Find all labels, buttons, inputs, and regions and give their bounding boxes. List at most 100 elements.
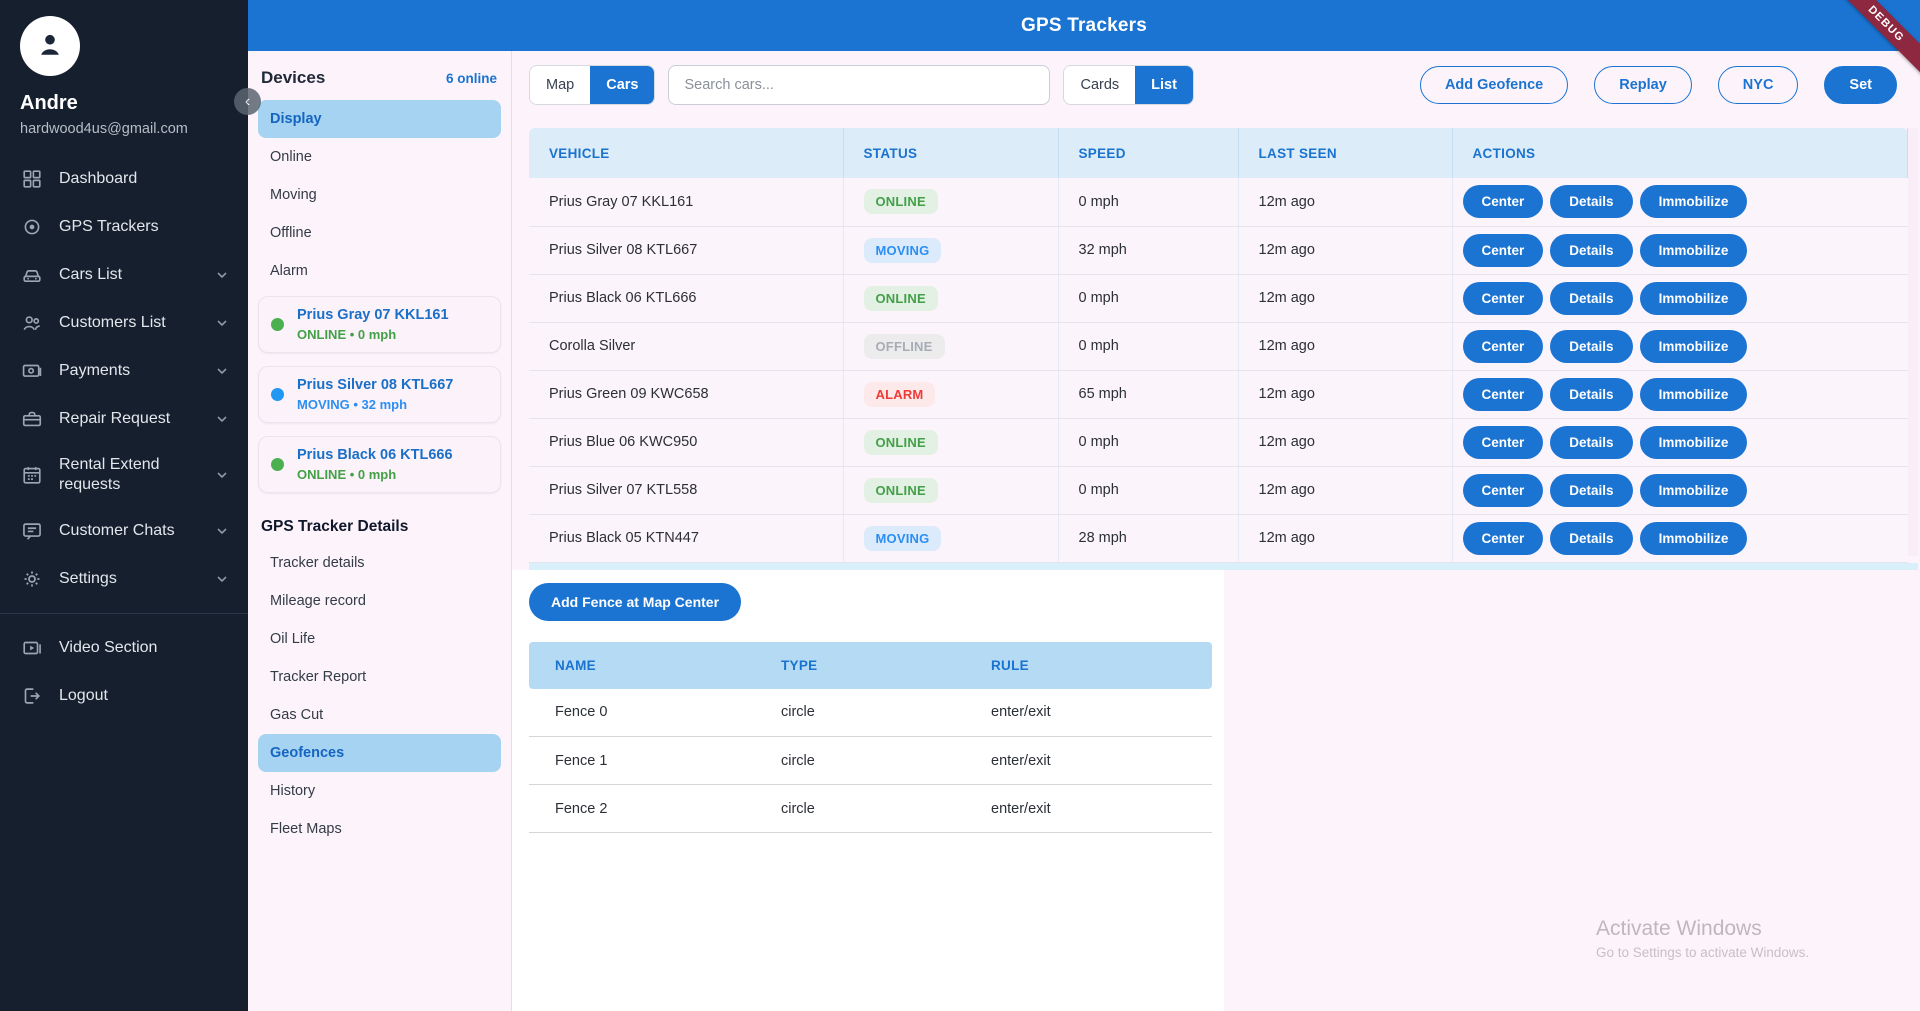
vehicles-column-header: SPEED (1058, 128, 1238, 178)
vehicle-row: Prius Green 09 KWC658 ALARM 65 mph 12m a… (529, 370, 1908, 418)
toolbar-action-button[interactable]: NYC (1718, 66, 1799, 104)
add-fence-button[interactable]: Add Fence at Map Center (529, 583, 741, 621)
sidebar-item-rental-extend-requests[interactable]: Rental Extend requests (0, 443, 248, 507)
status-dot-icon (271, 458, 284, 471)
layout-segment-button[interactable]: List (1135, 66, 1193, 104)
center-button[interactable]: Center (1463, 185, 1544, 218)
details-button[interactable]: Details (1550, 234, 1632, 267)
vehicle-name-cell: Prius Silver 08 KTL667 (529, 226, 843, 274)
immobilize-button[interactable]: Immobilize (1640, 426, 1748, 459)
device-card[interactable]: Prius Black 06 KTL666 ONLINE • 0 mph (258, 436, 501, 493)
details-button[interactable]: Details (1550, 330, 1632, 363)
tracker-detail-item[interactable]: Fleet Maps (258, 810, 501, 848)
chevron-down-icon (214, 267, 230, 283)
tracker-detail-item[interactable]: History (258, 772, 501, 810)
view-segment-button[interactable]: Map (530, 66, 590, 104)
chevron-down-icon (214, 467, 230, 483)
tracker-detail-item[interactable]: Oil Life (258, 620, 501, 658)
device-filter-item[interactable]: Display (258, 100, 501, 138)
avatar[interactable] (20, 16, 80, 76)
vehicle-row: Prius Black 06 KTL666 ONLINE 0 mph 12m a… (529, 274, 1908, 322)
device-card[interactable]: Prius Silver 08 KTL667 MOVING • 32 mph (258, 366, 501, 423)
device-card-name: Prius Gray 07 KKL161 (297, 307, 449, 323)
details-button[interactable]: Details (1550, 282, 1632, 315)
speed-cell: 0 mph (1058, 466, 1238, 514)
vehicle-name-cell: Prius Green 09 KWC658 (529, 370, 843, 418)
last-seen-cell: 12m ago (1238, 178, 1452, 226)
center-button[interactable]: Center (1463, 282, 1544, 315)
vehicle-row: Prius Silver 08 KTL667 MOVING 32 mph 12m… (529, 226, 1908, 274)
immobilize-button[interactable]: Immobilize (1640, 474, 1748, 507)
immobilize-button[interactable]: Immobilize (1640, 282, 1748, 315)
vehicles-column-header: LAST SEEN (1238, 128, 1452, 178)
tracker-detail-item[interactable]: Tracker details (258, 544, 501, 582)
tracker-detail-item[interactable]: Mileage record (258, 582, 501, 620)
sidebar-item-payments[interactable]: Payments (0, 347, 248, 395)
collapse-chevron-icon: ‹ (245, 93, 250, 110)
layout-segment-button[interactable]: Cards (1064, 66, 1135, 104)
immobilize-button[interactable]: Immobilize (1640, 234, 1748, 267)
sidebar-item-settings[interactable]: Settings (0, 555, 248, 603)
sidebar-item-label: Logout (59, 686, 230, 706)
immobilize-button[interactable]: Immobilize (1640, 522, 1748, 555)
tracker-detail-item[interactable]: Geofences (258, 734, 501, 772)
status-cell: ALARM (843, 370, 1058, 418)
immobilize-button[interactable]: Immobilize (1640, 185, 1748, 218)
devices-panel: Devices 6 online Display Online Moving O… (248, 51, 512, 1011)
actions-cell: Center Details Immobilize (1452, 274, 1908, 322)
center-button[interactable]: Center (1463, 426, 1544, 459)
details-button[interactable]: Details (1550, 185, 1632, 218)
details-button[interactable]: Details (1550, 426, 1632, 459)
chevron-down-icon (214, 315, 230, 331)
sidebar-item-customer-chats[interactable]: Customer Chats (0, 507, 248, 555)
status-dot-icon (271, 388, 284, 401)
immobilize-button[interactable]: Immobilize (1640, 330, 1748, 363)
sidebar-item-logout[interactable]: Logout (0, 672, 248, 720)
car-icon (20, 263, 44, 287)
fence-rule-cell: enter/exit (965, 689, 1212, 737)
device-filter-item[interactable]: Online (258, 138, 501, 176)
details-button[interactable]: Details (1550, 378, 1632, 411)
cards-list-toggle: Cards List (1063, 65, 1193, 105)
sidebar-item-customers-list[interactable]: Customers List (0, 299, 248, 347)
vertical-scrollbar[interactable] (1908, 128, 1918, 556)
sidebar-item-dashboard[interactable]: Dashboard (0, 155, 248, 203)
sidebar-item-repair-request[interactable]: Repair Request (0, 395, 248, 443)
center-button[interactable]: Center (1463, 330, 1544, 363)
vehicles-table-header-row: VEHICLESTATUSSPEEDLAST SEENACTIONS (529, 128, 1908, 178)
device-filter-item[interactable]: Moving (258, 176, 501, 214)
immobilize-button[interactable]: Immobilize (1640, 378, 1748, 411)
sidebar-item-gps-trackers[interactable]: GPS Trackers (0, 203, 248, 251)
tracker-detail-item[interactable]: Gas Cut (258, 696, 501, 734)
center-button[interactable]: Center (1463, 474, 1544, 507)
center-button[interactable]: Center (1463, 522, 1544, 555)
view-segment-button[interactable]: Cars (590, 66, 654, 104)
sidebar-item-cars-list[interactable]: Cars List (0, 251, 248, 299)
toolbar-action-button[interactable]: Add Geofence (1420, 66, 1568, 104)
device-filter-item[interactable]: Alarm (258, 252, 501, 290)
toolbar-action-button[interactable]: Set (1824, 66, 1897, 104)
vehicle-row: Corolla Silver OFFLINE 0 mph 12m ago Cen… (529, 322, 1908, 370)
fence-type-cell: circle (755, 737, 965, 785)
status-badge: ONLINE (864, 478, 938, 503)
tracker-detail-item[interactable]: Tracker Report (258, 658, 501, 696)
details-button[interactable]: Details (1550, 522, 1632, 555)
logout-icon (20, 684, 44, 708)
search-input[interactable] (668, 65, 1050, 105)
status-cell: MOVING (843, 226, 1058, 274)
sidebar-collapse-button[interactable]: ‹ (234, 88, 261, 115)
details-button[interactable]: Details (1550, 474, 1632, 507)
sidebar-item-label: Settings (59, 569, 199, 589)
toolbar-action-button[interactable]: Replay (1594, 66, 1692, 104)
device-card[interactable]: Prius Gray 07 KKL161 ONLINE • 0 mph (258, 296, 501, 353)
device-filter-item[interactable]: Offline (258, 214, 501, 252)
sidebar-item-video-section[interactable]: Video Section (0, 624, 248, 672)
online-count-badge: 6 online (446, 71, 497, 86)
device-card-status: ONLINE • 0 mph (297, 467, 453, 482)
horizontal-scrollbar[interactable] (529, 563, 1918, 570)
center-button[interactable]: Center (1463, 234, 1544, 267)
chevron-down-icon (214, 523, 230, 539)
device-card-name: Prius Black 06 KTL666 (297, 447, 453, 463)
center-button[interactable]: Center (1463, 378, 1544, 411)
status-cell: ONLINE (843, 178, 1058, 226)
